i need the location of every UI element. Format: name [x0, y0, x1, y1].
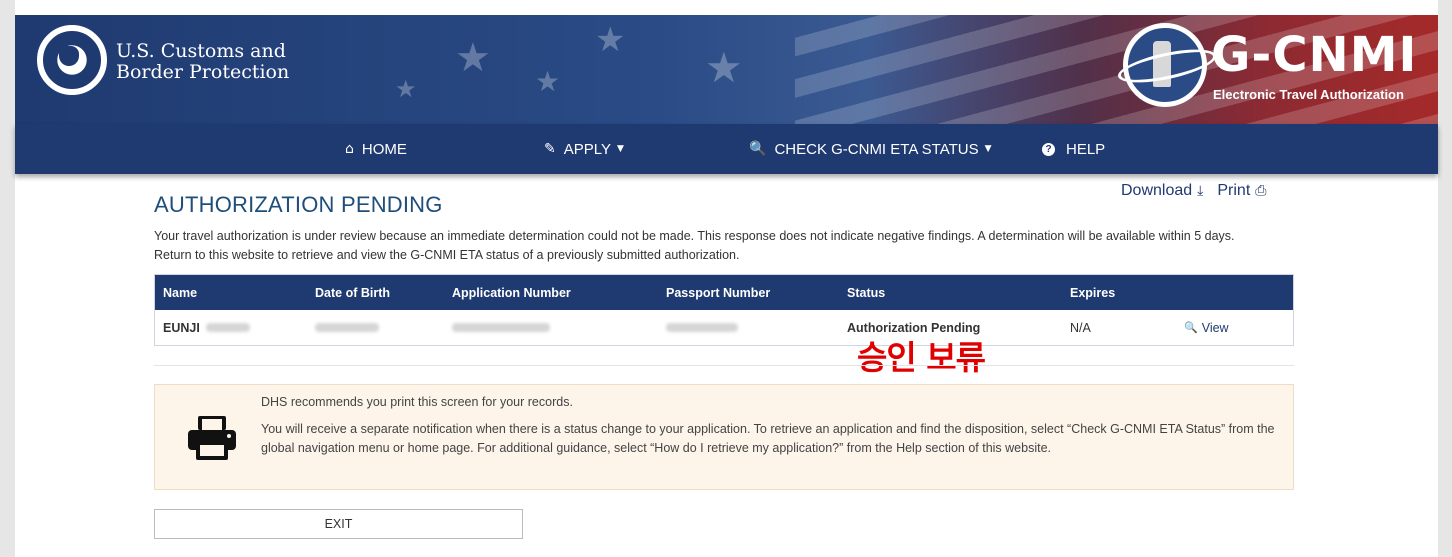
- caret-down-icon: ▼: [616, 144, 624, 154]
- korean-annotation: 승인 보류: [857, 338, 986, 377]
- redacted-surname: [205, 323, 250, 332]
- redacted-dob: [315, 323, 379, 332]
- row-application-number-cell: [452, 310, 550, 345]
- nav-check-status-label: CHECK G-CNMI ETA STATUS: [774, 140, 979, 158]
- notice-text: DHS recommends you print this screen for…: [261, 393, 1281, 458]
- star-decoration: ★: [535, 65, 561, 98]
- intro-text: Your travel authorization is under revie…: [154, 227, 1304, 265]
- nav-check-status[interactable]: 🔍 CHECK G-CNMI ETA STATUS ▼: [749, 124, 992, 174]
- nav-apply-label: APPLY: [563, 140, 611, 158]
- redacted-passport-number: [666, 323, 738, 332]
- redacted-application-number: [452, 323, 550, 332]
- row-dob-cell: [315, 310, 379, 345]
- search-icon: 🔍: [749, 141, 767, 157]
- header-status: Status: [847, 285, 886, 300]
- row-expires: N/A: [1070, 320, 1091, 335]
- page-frame: ★ ★ ★ ★ ★ U.S. Customs and Border Protec…: [15, 0, 1438, 557]
- nav-help[interactable]: ? HELP: [1042, 124, 1105, 174]
- star-decoration: ★: [455, 35, 491, 81]
- table-header: Name Date of Birth Application Number Pa…: [155, 275, 1293, 310]
- logo-title: G-CNMI: [1211, 27, 1418, 83]
- page-actions: Download ⤓ Print ⎙: [1121, 182, 1266, 200]
- print-label: Print: [1217, 182, 1251, 199]
- nav-home[interactable]: ⌂ HOME: [345, 124, 407, 174]
- search-icon: 🔍: [1184, 321, 1198, 334]
- row-passport-number-cell: [666, 310, 738, 345]
- gcnmi-logo[interactable]: G-CNMI Electronic Travel Authorization: [1115, 23, 1423, 113]
- header-expires: Expires: [1070, 285, 1116, 300]
- header-dob: Date of Birth: [315, 285, 390, 300]
- question-circle-icon: ?: [1042, 142, 1055, 156]
- star-decoration: ★: [705, 43, 743, 92]
- download-label: Download: [1121, 182, 1193, 199]
- home-icon: ⌂: [345, 141, 354, 157]
- header-banner: ★ ★ ★ ★ ★ U.S. Customs and Border Protec…: [15, 15, 1438, 124]
- print-notice: DHS recommends you print this screen for…: [154, 384, 1294, 490]
- printer-icon: [188, 416, 236, 460]
- print-link[interactable]: Print ⎙: [1217, 182, 1266, 200]
- table-row: EUNJI Authorization Pending N/A 🔍 View: [155, 310, 1293, 345]
- logo-subtitle: Electronic Travel Authorization: [1213, 87, 1404, 102]
- pencil-icon: ✎: [544, 141, 556, 157]
- header-passport-number: Passport Number: [666, 285, 771, 300]
- print-icon: ⎙: [1255, 183, 1267, 199]
- main-nav: ⌂ HOME ✎ APPLY ▼ 🔍 CHECK G-CNMI ETA STAT…: [15, 124, 1438, 174]
- row-name-cell: EUNJI: [163, 310, 250, 345]
- nav-apply[interactable]: ✎ APPLY ▼: [544, 124, 624, 174]
- nav-help-label: HELP: [1066, 140, 1106, 158]
- agency-line1: U.S. Customs and: [116, 40, 286, 62]
- divider: [154, 365, 1294, 366]
- star-decoration: ★: [595, 20, 626, 60]
- view-link-inner[interactable]: 🔍 View: [1184, 321, 1229, 335]
- view-link[interactable]: 🔍 View: [1184, 310, 1229, 345]
- page-title: AUTHORIZATION PENDING: [154, 192, 443, 217]
- header-name: Name: [163, 285, 198, 300]
- exit-button[interactable]: EXIT: [154, 509, 523, 539]
- dhs-seal-logo[interactable]: [37, 25, 107, 95]
- star-decoration: ★: [395, 75, 417, 103]
- applications-table: Name Date of Birth Application Number Pa…: [154, 274, 1294, 346]
- download-link[interactable]: Download ⤓: [1121, 182, 1203, 200]
- agency-line2: Border Protection: [116, 61, 290, 83]
- download-icon: ⤓: [1197, 183, 1204, 199]
- intro-line1: Your travel authorization is under revie…: [154, 229, 1235, 243]
- caret-down-icon: ▼: [984, 144, 992, 154]
- eagle-icon: [59, 46, 79, 66]
- header-application-number: Application Number: [452, 285, 571, 300]
- notice-line2: You will receive a separate notification…: [261, 422, 1275, 455]
- nav-home-label: HOME: [361, 140, 407, 158]
- row-name: EUNJI: [163, 320, 200, 335]
- agency-name[interactable]: U.S. Customs and Border Protection: [116, 41, 289, 83]
- notice-line1: DHS recommends you print this screen for…: [261, 395, 573, 409]
- intro-line2: Return to this website to retrieve and v…: [154, 248, 740, 262]
- view-label: View: [1201, 320, 1229, 335]
